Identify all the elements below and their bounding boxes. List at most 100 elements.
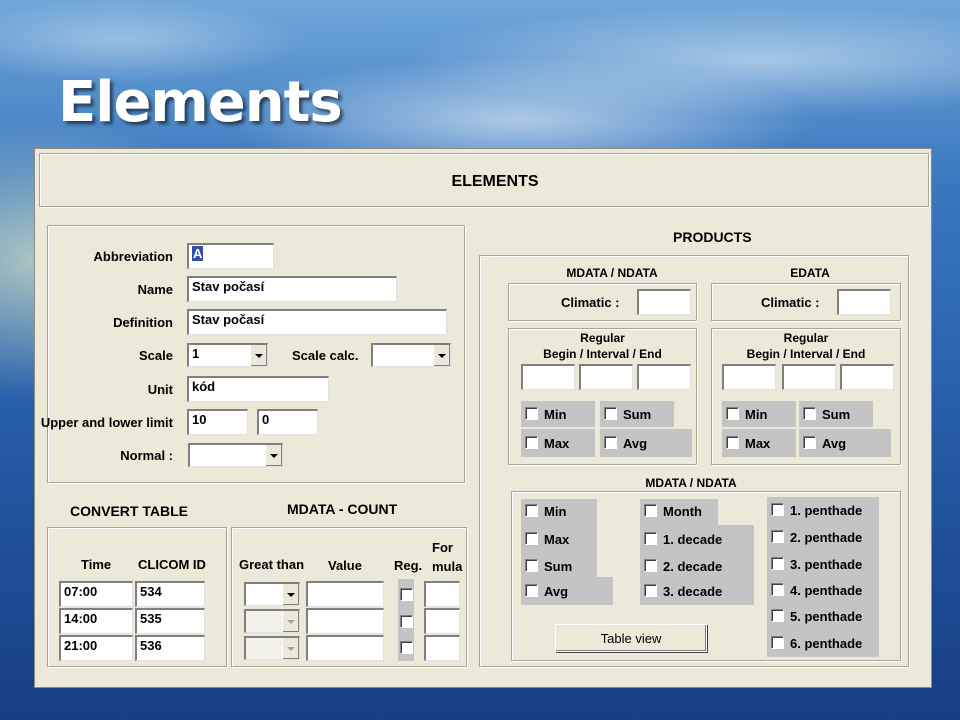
great-than-select[interactable] (244, 609, 300, 633)
edata-end-field[interactable] (840, 364, 894, 390)
mdata-min-label: Min (544, 407, 567, 422)
time-column-header: Time (81, 557, 112, 572)
chevron-down-icon[interactable] (282, 584, 299, 605)
decade-1-checkbox[interactable] (644, 532, 657, 545)
upper-limit-field[interactable]: 10 (187, 409, 248, 435)
products-heading: PRODUCTS (673, 229, 752, 245)
definition-field[interactable]: Stav počasí (187, 309, 447, 335)
mdata-min-checkbox[interactable] (525, 407, 538, 420)
great-than-select[interactable] (244, 636, 300, 660)
unit-label: Unit (147, 382, 173, 397)
penthade-2-checkbox[interactable] (771, 530, 784, 543)
clicom-id-cell[interactable]: 535 (135, 608, 205, 634)
count-value-cell[interactable] (306, 581, 384, 607)
mdata-max-checkbox[interactable] (525, 436, 538, 449)
great-than-select[interactable] (244, 582, 300, 606)
name-label: Name (137, 282, 173, 297)
scale-calc-select[interactable] (371, 343, 451, 367)
edata-sum-label: Sum (822, 407, 851, 422)
mdata-ndata-heading: MDATA / NDATA (566, 266, 658, 280)
window-title: ELEMENTS (451, 173, 539, 190)
mdata-interval-field[interactable] (579, 364, 633, 390)
formula-column-header: For (432, 540, 453, 555)
penthade-3-checkbox[interactable] (771, 557, 784, 570)
name-field[interactable]: Stav počasí (187, 276, 397, 302)
min-checkbox[interactable] (525, 504, 538, 517)
min-label: Min (544, 504, 567, 519)
edata-min-checkbox[interactable] (726, 407, 739, 420)
formula-cell[interactable] (424, 581, 460, 607)
chevron-down-icon[interactable] (282, 611, 299, 632)
mdata-avg-label: Avg (623, 436, 648, 451)
mdata-count-heading: MDATA - COUNT (287, 501, 398, 517)
chevron-down-icon[interactable] (265, 445, 282, 466)
normal-select[interactable] (188, 443, 283, 467)
clicom-id-cell[interactable]: 534 (135, 581, 205, 607)
mdata-end-field[interactable] (637, 364, 691, 390)
reg-checkbox[interactable] (400, 588, 413, 601)
chevron-down-icon[interactable] (433, 345, 450, 366)
scale-calc-label: Scale calc. (292, 348, 359, 363)
reg-column-header: Reg. (394, 558, 423, 573)
slide-title: Elements (58, 70, 343, 135)
penthade-4-checkbox[interactable] (771, 583, 784, 596)
edata-sum-checkbox[interactable] (803, 407, 816, 420)
scale-select[interactable]: 1 (187, 343, 268, 367)
time-cell[interactable]: 14:00 (59, 608, 133, 634)
mdata-climatic-field[interactable] (637, 289, 691, 315)
mdata-sum-label: Sum (623, 407, 652, 422)
formula-cell[interactable] (424, 635, 460, 661)
penthade-1-label: 1. penthade (790, 503, 863, 518)
penthade-5-checkbox[interactable] (771, 609, 784, 622)
penthade-6-checkbox[interactable] (771, 636, 784, 649)
count-value-cell[interactable] (306, 608, 384, 634)
penthade-5-label: 5. penthade (790, 609, 863, 624)
lower-limit-field[interactable]: 0 (257, 409, 318, 435)
decade-3-label: 3. decade (663, 584, 723, 599)
abbreviation-field[interactable]: A (187, 243, 274, 269)
penthade-1-checkbox[interactable] (771, 503, 784, 516)
time-cell[interactable]: 21:00 (59, 635, 133, 661)
unit-field[interactable]: kód (187, 376, 329, 402)
sum-checkbox[interactable] (525, 559, 538, 572)
clicom-id-cell[interactable]: 536 (135, 635, 205, 661)
chevron-down-icon[interactable] (282, 638, 299, 659)
limit-label: Upper and lower limit (40, 415, 173, 430)
clicom-id-column-header: CLICOM ID (138, 557, 206, 572)
avg-checkbox[interactable] (525, 584, 538, 597)
mdata-sum-checkbox[interactable] (604, 407, 617, 420)
edata-regular-subtitle: Begin / Interval / End (746, 347, 866, 361)
mdata-max-label: Max (544, 436, 570, 451)
time-cell[interactable]: 07:00 (59, 581, 133, 607)
edata-max-checkbox[interactable] (726, 436, 739, 449)
edata-interval-field[interactable] (782, 364, 836, 390)
edata-regular-title: Regular (783, 331, 829, 345)
reg-checkbox[interactable] (400, 615, 413, 628)
edata-min-label: Min (745, 407, 768, 422)
count-value-cell[interactable] (306, 635, 384, 661)
reg-checkbox[interactable] (400, 641, 413, 654)
mdata-avg-checkbox[interactable] (604, 436, 617, 449)
chevron-down-icon[interactable] (250, 345, 267, 366)
definition-label: Definition (113, 315, 173, 330)
decade-2-checkbox[interactable] (644, 559, 657, 572)
table-view-button[interactable]: Table view (555, 624, 707, 652)
decade-2-label: 2. decade (663, 559, 723, 574)
mdata-begin-field[interactable] (521, 364, 575, 390)
edata-climatic-field[interactable] (837, 289, 891, 315)
decade-1-label: 1. decade (663, 532, 723, 547)
avg-label: Avg (544, 584, 569, 599)
checkbox-band (767, 497, 879, 657)
edata-avg-label: Avg (822, 436, 847, 451)
edata-begin-field[interactable] (722, 364, 776, 390)
mdata-climatic-label: Climatic : (561, 295, 620, 310)
edata-climatic-label: Climatic : (761, 295, 820, 310)
formula-cell[interactable] (424, 608, 460, 634)
edata-avg-checkbox[interactable] (803, 436, 816, 449)
max-label: Max (544, 532, 570, 547)
sum-label: Sum (544, 559, 573, 574)
max-checkbox[interactable] (525, 532, 538, 545)
month-checkbox[interactable] (644, 504, 657, 517)
decade-3-checkbox[interactable] (644, 584, 657, 597)
penthade-3-label: 3. penthade (790, 557, 863, 572)
